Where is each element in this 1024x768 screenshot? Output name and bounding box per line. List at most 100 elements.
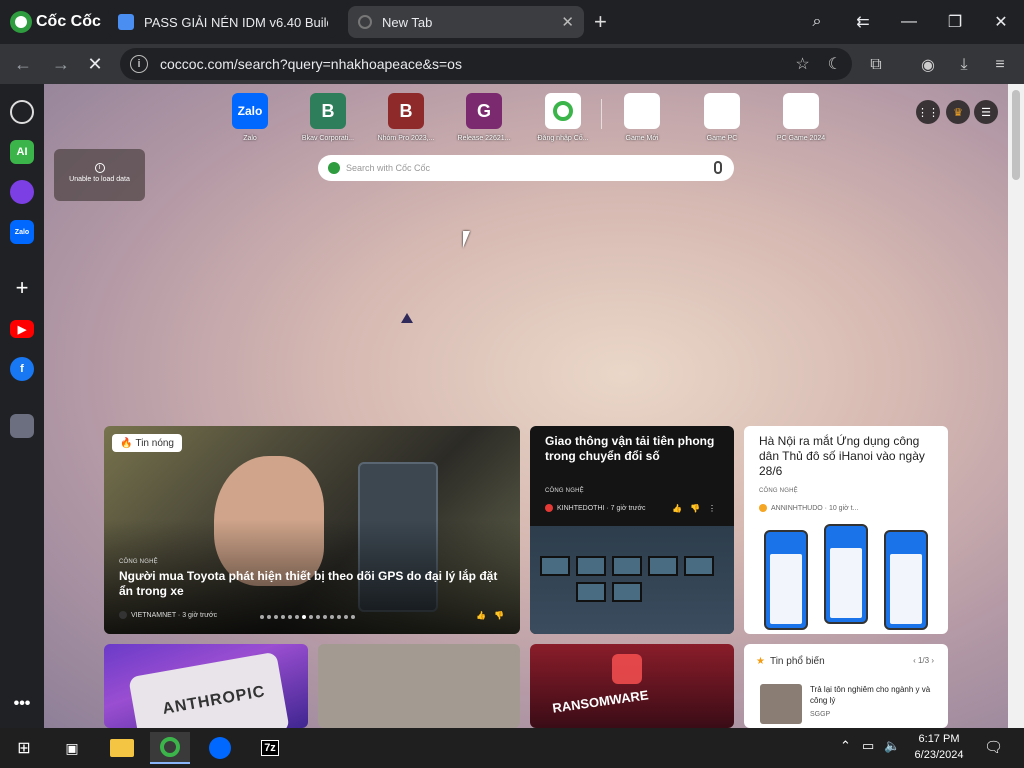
7zip-icon[interactable]: 7z <box>250 732 290 764</box>
source-icon <box>545 504 553 512</box>
facebook-icon[interactable]: f <box>10 357 34 381</box>
coccoc-search-icon <box>328 162 340 174</box>
like-icon[interactable]: 👍 <box>476 611 486 620</box>
close-tab-icon[interactable]: ✕ <box>561 13 574 31</box>
messenger-icon[interactable] <box>10 180 34 204</box>
mouse-cursor <box>463 231 470 248</box>
extensions-icon[interactable]: ⧉ <box>865 54 887 76</box>
news-card-image[interactable] <box>318 644 520 728</box>
news-source: KINHTEDOTHI · 7 giờ trước <box>545 504 646 512</box>
apps-grid-icon[interactable]: ⋮⋮ <box>916 100 940 124</box>
popular-news-card[interactable]: ★ Tin phổ biến ‹ 1/3 › Trả lại tôn nghiê… <box>744 644 948 728</box>
news-title[interactable]: Người mua Toyota phát hiện thiết bị theo… <box>119 569 499 599</box>
news-title[interactable]: Hà Nội ra mắt Ứng dụng công dân Thủ đô s… <box>759 434 937 479</box>
popular-item-source: SGGP <box>810 711 831 718</box>
news-card-transport[interactable]: Giao thông vận tải tiên phong trong chuy… <box>530 426 734 634</box>
news-source: VIETNAMNET · 3 giờ trước <box>119 611 217 619</box>
more-icon[interactable]: ••• <box>10 692 34 716</box>
history-icon[interactable] <box>10 100 34 124</box>
new-tab-button[interactable]: + <box>594 11 607 33</box>
popular-item-title[interactable]: Trả lại tôn nghiêm cho ngành y và công l… <box>810 684 934 706</box>
sidebar: AI Zalo + ▶ f ••• <box>0 84 44 728</box>
shortcut-label: Đăng nhập Cố... <box>537 135 589 142</box>
like-icon[interactable]: 👍 <box>672 504 682 513</box>
menu-icon[interactable]: ≡ <box>989 54 1011 76</box>
restore-button[interactable]: ❐ <box>940 8 970 36</box>
notifications-icon[interactable]: 🗨 <box>984 738 1003 756</box>
search-box[interactable]: Search with Cốc Cốc <box>318 155 734 181</box>
crown-icon[interactable]: ♛ <box>946 100 970 124</box>
weather-widget: i Unable to load data <box>54 149 145 201</box>
star-icon: ★ <box>756 656 765 667</box>
screenshot-search-icon[interactable]: ⌕ <box>802 8 832 36</box>
shortcut-label: Bkav Corporati... <box>301 135 355 142</box>
source-text: KINHTEDOTHI · 7 giờ trước <box>557 504 646 512</box>
shortcut-pc-game-2024[interactable]: PC Game 2024 <box>771 93 831 142</box>
shortcut-zalo[interactable]: Zalo Zalo <box>220 93 280 142</box>
scrollbar-thumb[interactable] <box>1012 90 1020 180</box>
microphone-icon[interactable] <box>714 161 722 174</box>
minimize-button[interactable]: — <box>894 8 924 36</box>
stop-button[interactable]: ✕ <box>82 52 108 76</box>
tab-search-icon[interactable]: ⇇ <box>848 8 878 36</box>
shortcut-dang-nhap[interactable]: Đăng nhập Cố... <box>533 93 593 142</box>
game-icon[interactable] <box>10 414 34 438</box>
window-close-button[interactable]: ✕ <box>986 8 1016 36</box>
customize-icon[interactable]: ☰ <box>974 100 998 124</box>
dislike-icon[interactable]: 👎 <box>690 504 700 513</box>
news-card-ihanoi[interactable]: Hà Nội ra mắt Ứng dụng công dân Thủ đô s… <box>744 426 948 634</box>
page-indicator: 1/3 <box>917 656 930 665</box>
dislike-icon[interactable]: 👎 <box>494 611 504 620</box>
hot-label: Tin nóng <box>135 437 174 449</box>
news-card-ransomware[interactable]: RANSOMWARE <box>530 644 734 728</box>
shortcut-label: PC Game 2024 <box>776 135 826 142</box>
popular-title: ★ Tin phổ biến <box>756 656 825 667</box>
shortcut-game-moi[interactable]: Game Mới <box>612 93 672 142</box>
news-card-main[interactable]: 🔥 Tin nóng CÔNG NGHỆ Người mua Toyota ph… <box>104 426 520 634</box>
network-icon[interactable]: ▭ <box>862 738 874 754</box>
shortcut-tile: B <box>310 93 346 129</box>
shortcut-bkav[interactable]: B Bkav Corporati... <box>298 93 358 142</box>
toolbar: ← → ✕ i coccoc.com/search?query=nhakhoap… <box>0 44 1024 84</box>
back-button[interactable]: ← <box>10 52 36 76</box>
forward-button[interactable]: → <box>48 52 74 76</box>
carousel-dots[interactable] <box>260 615 355 619</box>
address-bar[interactable]: i coccoc.com/search?query=nhakhoapeace&s… <box>120 48 852 80</box>
tab-new-tab[interactable]: New Tab ✕ <box>348 6 584 38</box>
clock[interactable]: 6:17 PM 6/23/2024 <box>907 731 971 763</box>
news-image <box>530 526 734 634</box>
shortcut-nhom-pro[interactable]: B Nhóm Pro 2023,... <box>376 93 436 142</box>
dark-mode-icon[interactable]: ☾ <box>828 54 842 74</box>
tab-idm[interactable]: PASS GIẢI NÉN IDM v6.40 Build 1 <box>108 6 338 38</box>
zalo-icon[interactable]: Zalo <box>10 220 34 244</box>
search-placeholder: Search with Cốc Cốc <box>346 163 431 173</box>
volume-icon[interactable]: 🔈 <box>884 738 900 754</box>
windows-start-icon[interactable]: ⊞ <box>4 732 44 764</box>
document-icon <box>118 14 134 30</box>
chevron-up-icon[interactable]: ⌃ <box>840 738 851 754</box>
lock-icon <box>612 654 642 684</box>
tab-label: PASS GIẢI NÉN IDM v6.40 Build 1 <box>144 14 328 30</box>
site-info-icon[interactable]: i <box>130 55 148 73</box>
news-title[interactable]: Giao thông vận tải tiên phong trong chuy… <box>545 434 725 464</box>
bookmark-star-icon[interactable]: ☆ <box>795 54 809 74</box>
shortcut-release[interactable]: G Release 22621... <box>454 93 514 142</box>
more-icon[interactable]: ⋮ <box>708 504 716 513</box>
downloads-icon[interactable]: ⤓ <box>953 54 975 76</box>
file-explorer-icon[interactable] <box>102 732 142 764</box>
scrollbar[interactable] <box>1008 84 1024 728</box>
zalo-taskbar-icon[interactable] <box>200 732 240 764</box>
coccoc-taskbar-icon[interactable] <box>150 732 190 764</box>
coccoc-logo-icon <box>10 11 32 33</box>
popular-pager[interactable]: ‹ 1/3 › <box>913 656 934 665</box>
youtube-icon[interactable]: ▶ <box>10 320 34 338</box>
unable-text: Unable to load data <box>69 176 130 183</box>
news-card-anthropic[interactable]: ANTHROPIC <box>104 644 308 728</box>
source-text: VIETNAMNET · 3 giờ trước <box>131 611 218 619</box>
add-app-icon[interactable]: + <box>10 275 34 300</box>
shortcut-game-pc[interactable]: Game PC <box>692 93 752 142</box>
url-text: coccoc.com/search?query=nhakhoapeace&s=o… <box>160 56 462 72</box>
profile-icon[interactable]: ◉ <box>917 54 939 76</box>
task-view-icon[interactable]: ▣ <box>52 732 92 764</box>
ai-icon[interactable]: AI <box>10 140 34 164</box>
